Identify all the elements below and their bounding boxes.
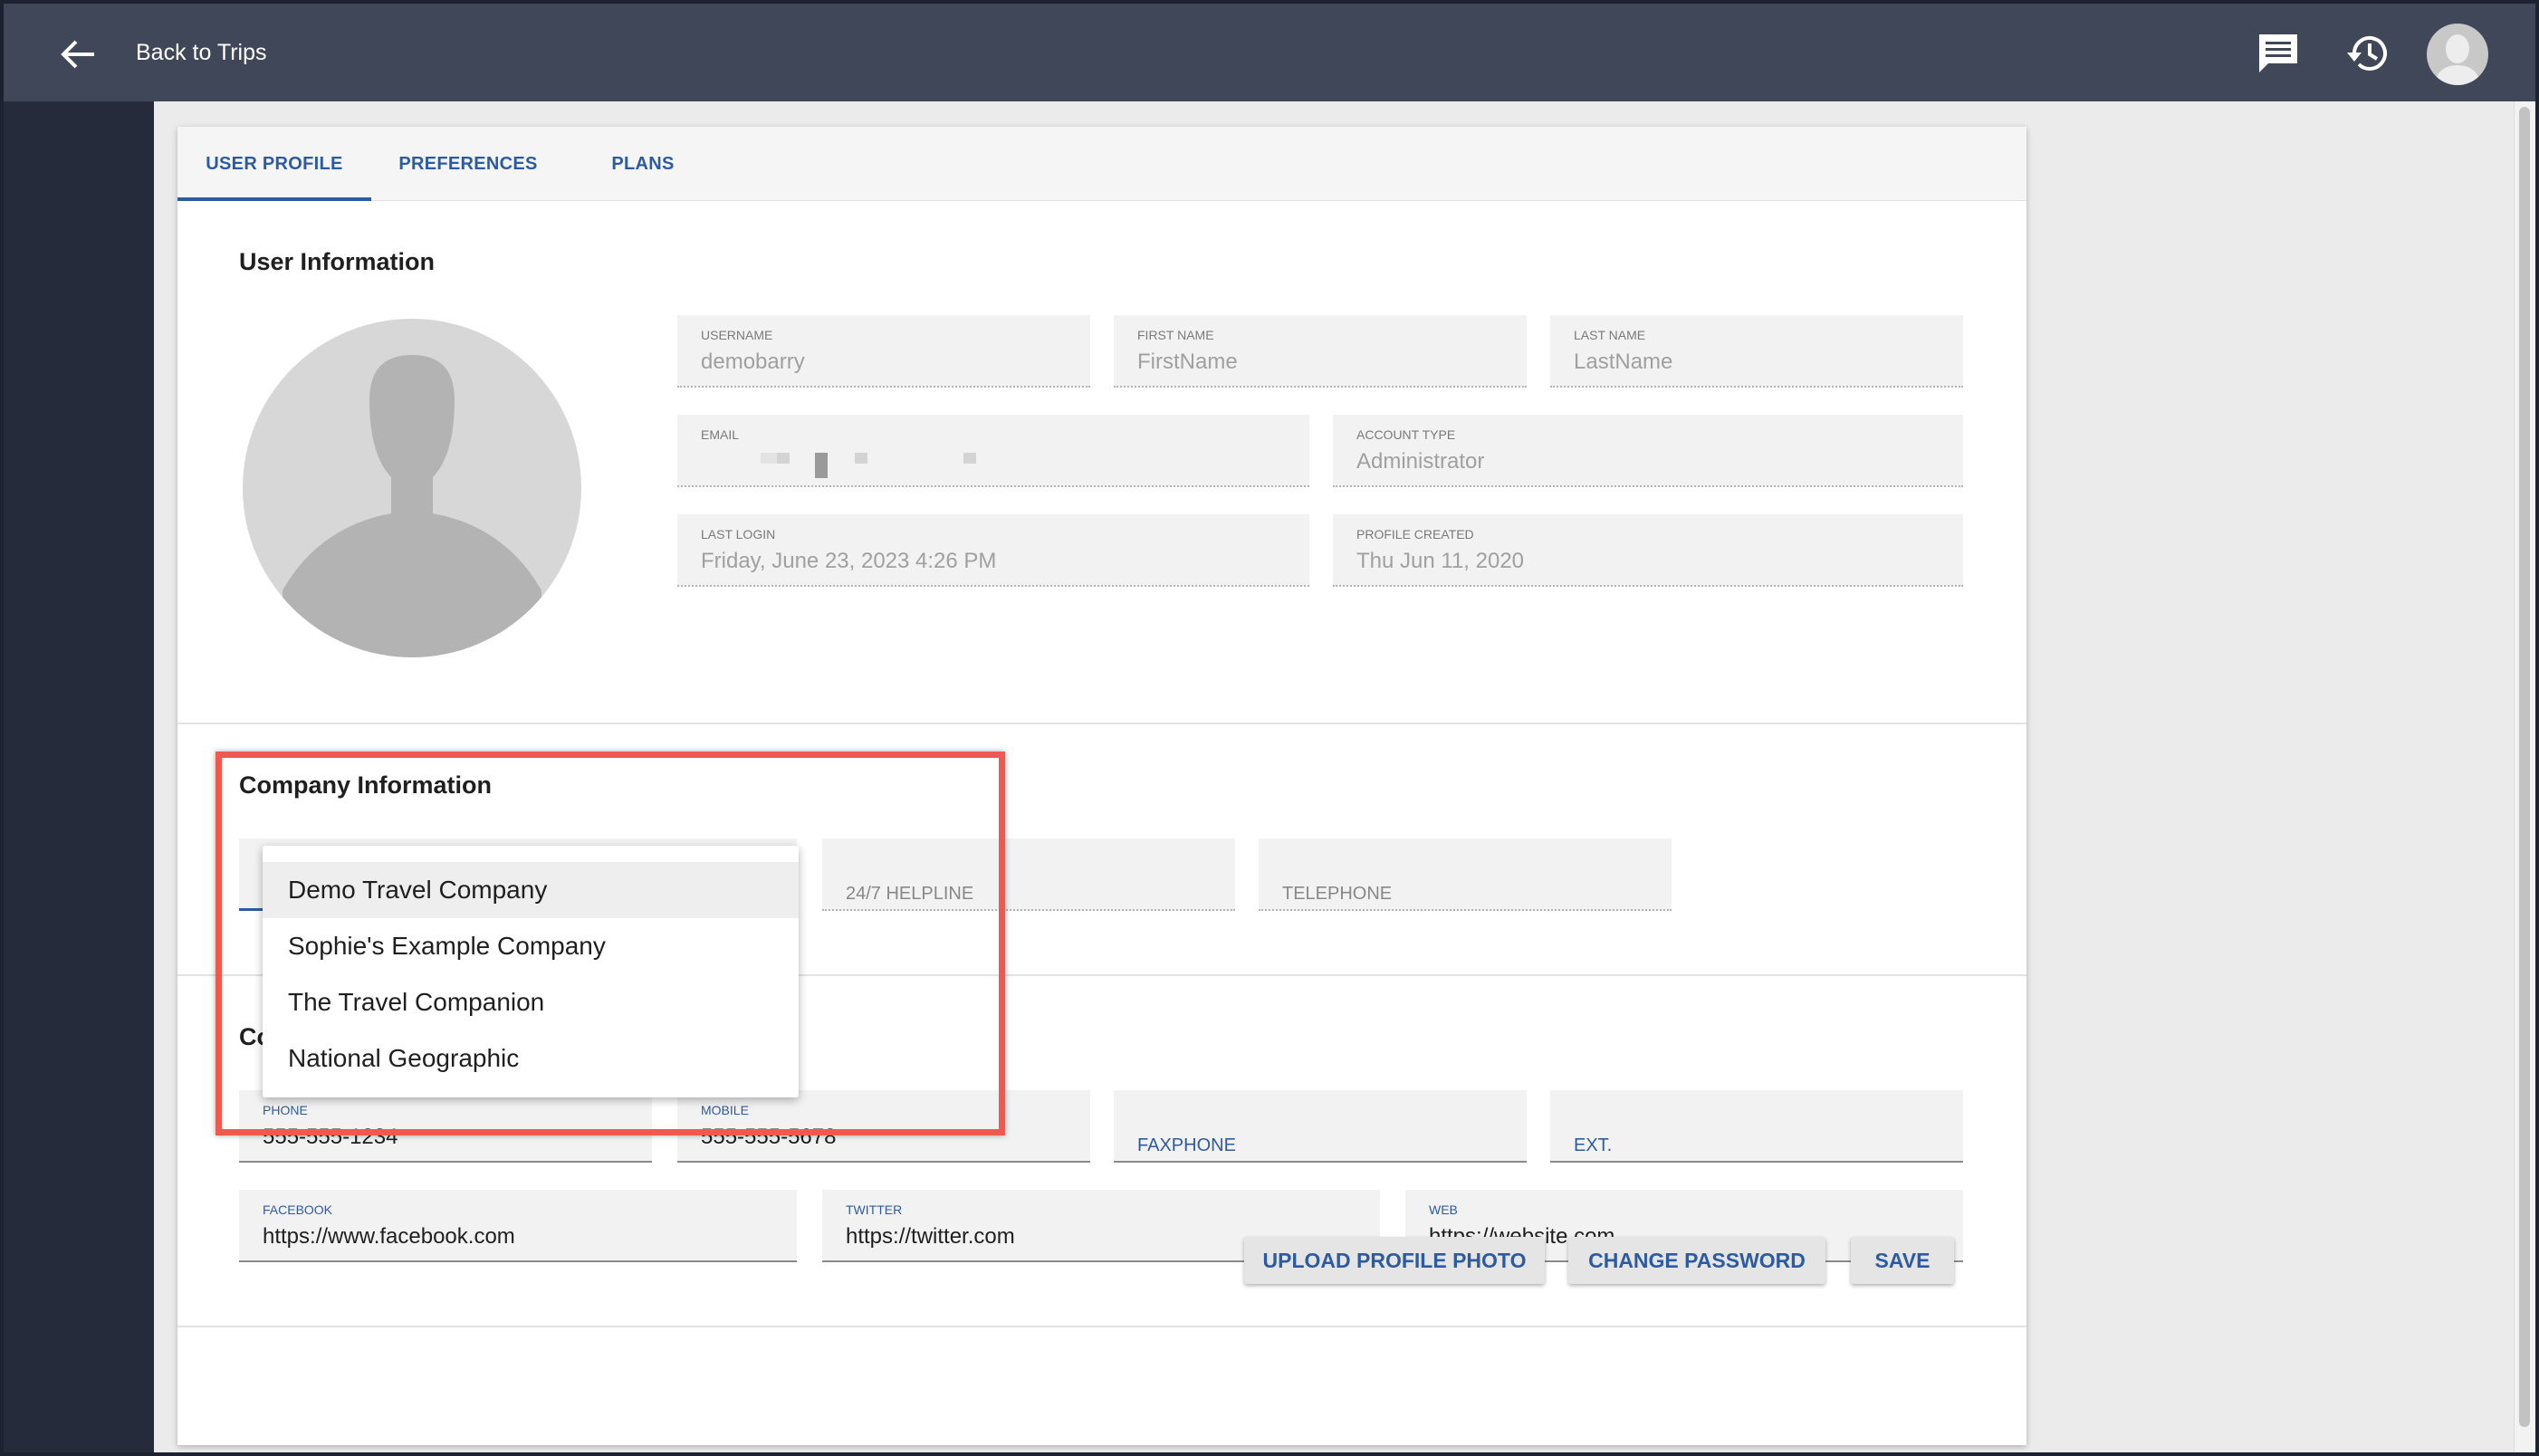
change-password-button[interactable]: CHANGE PASSWORD: [1568, 1237, 1825, 1284]
ext-field[interactable]: EXT.: [1550, 1090, 1963, 1163]
web-label: WEB: [1429, 1202, 1458, 1217]
sidebar: [4, 101, 154, 1452]
last-name-field[interactable]: LAST NAME LastName: [1550, 315, 1963, 388]
section-divider: [177, 723, 2026, 724]
last-name-label: LAST NAME: [1574, 328, 1646, 342]
redacted-email: [815, 453, 828, 478]
first-name-label: FIRST NAME: [1137, 328, 1214, 342]
first-name-field[interactable]: FIRST NAME FirstName: [1114, 315, 1527, 388]
tab-user-profile[interactable]: USER PROFILE: [177, 127, 371, 201]
redacted-email: [963, 453, 976, 464]
twitter-value: https://twitter.com: [846, 1224, 1015, 1249]
account-type-field[interactable]: ACCOUNT TYPE Administrator: [1333, 415, 1963, 487]
twitter-label: TWITTER: [846, 1202, 903, 1217]
message-icon[interactable]: [2254, 29, 2303, 78]
tab-plans[interactable]: PLANS: [565, 127, 721, 201]
username-label: USERNAME: [701, 328, 773, 342]
telephone-placeholder: TELEPHONE: [1282, 884, 1393, 904]
section-divider: [177, 1326, 2026, 1327]
active-tab-indicator: [177, 197, 371, 201]
last-login-field[interactable]: LAST LOGIN Friday, June 23, 2023 4:26 PM: [677, 514, 1309, 587]
faxphone-placeholder: FAXPHONE: [1137, 1135, 1236, 1155]
profile-created-label: PROFILE CREATED: [1356, 527, 1474, 541]
back-to-trips-link[interactable]: Back to Trips: [136, 40, 267, 66]
tab-preferences[interactable]: PREFERENCES: [371, 127, 565, 201]
first-name-value: FirstName: [1137, 350, 1238, 374]
upload-profile-photo-button[interactable]: UPLOAD PROFILE PHOTO: [1244, 1237, 1545, 1284]
redacted-email: [855, 453, 867, 464]
highlight-box: [216, 752, 1005, 1135]
history-icon[interactable]: [2343, 29, 2392, 78]
top-bar: Back to Trips: [4, 4, 2535, 101]
facebook-label: FACEBOOK: [263, 1202, 333, 1217]
profile-created-value: Thu Jun 11, 2020: [1356, 549, 1525, 573]
last-name-value: LastName: [1574, 350, 1673, 374]
redacted-email: [777, 453, 790, 464]
save-button[interactable]: SAVE: [1851, 1237, 1954, 1284]
last-login-value: Friday, June 23, 2023 4:26 PM: [701, 549, 997, 573]
facebook-field[interactable]: FACEBOOK https://www.facebook.com: [239, 1190, 797, 1262]
telephone-field[interactable]: TELEPHONE: [1259, 838, 1672, 911]
username-field[interactable]: USERNAME demobarry: [677, 315, 1090, 388]
last-login-label: LAST LOGIN: [701, 527, 776, 541]
scrollbar-thumb[interactable]: [2519, 107, 2530, 1427]
redacted-email: [761, 453, 777, 464]
email-label: EMAIL: [701, 427, 740, 442]
arrow-left-icon[interactable]: [58, 36, 98, 72]
profile-created-field[interactable]: PROFILE CREATED Thu Jun 11, 2020: [1333, 514, 1963, 587]
username-value: demobarry: [701, 350, 805, 374]
profile-avatar: [243, 319, 581, 657]
email-field[interactable]: EMAIL: [677, 415, 1309, 487]
tab-bar: USER PROFILE PREFERENCES PLANS: [177, 127, 2026, 201]
avatar-icon[interactable]: [2427, 24, 2488, 85]
ext-placeholder: EXT.: [1574, 1135, 1613, 1155]
faxphone-field[interactable]: FAXPHONE: [1114, 1090, 1527, 1163]
facebook-value: https://www.facebook.com: [263, 1224, 515, 1249]
account-type-label: ACCOUNT TYPE: [1356, 427, 1456, 442]
account-type-value: Administrator: [1356, 449, 1485, 474]
user-information-title: User Information: [239, 248, 436, 275]
